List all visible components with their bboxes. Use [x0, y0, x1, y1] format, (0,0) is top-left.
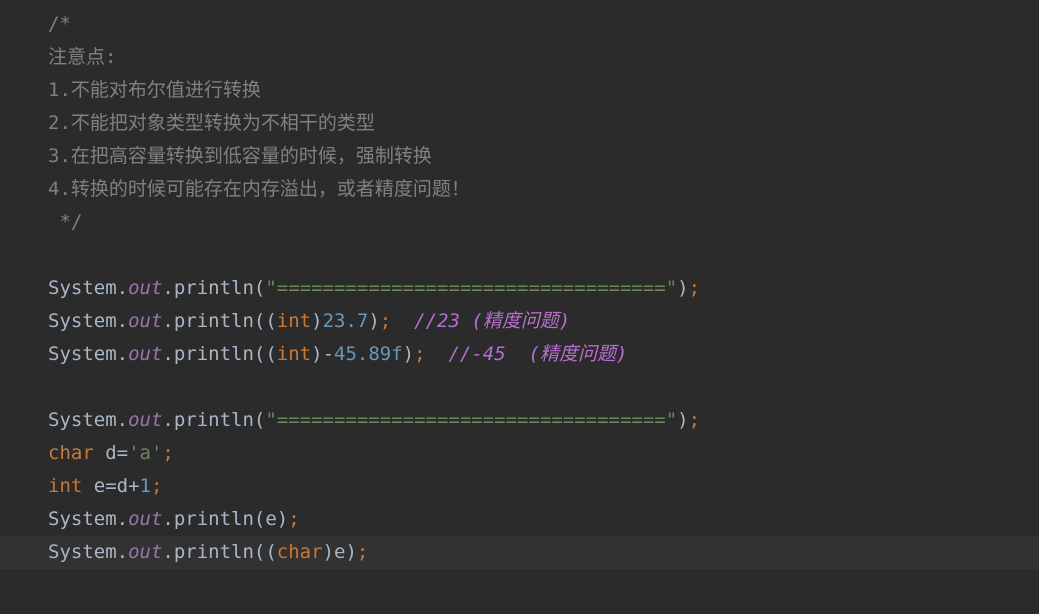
code-token-default: System.	[48, 277, 129, 299]
code-token-field: out	[128, 343, 163, 365]
code-token-keyword: ;	[162, 442, 174, 464]
code-token-default: .println((	[162, 343, 277, 365]
code-token-default: System.	[48, 310, 129, 332]
code-token-comment: 3.在把高容量转换到低容量的时候，强制转换	[48, 145, 432, 167]
code-line[interactable]: */	[0, 206, 1039, 239]
code-token-string: "=================================="	[265, 409, 678, 431]
code-token-keyword: ;	[288, 508, 300, 530]
code-editor[interactable]: /* 注意点: 1.不能对布尔值进行转换 2.不能把对象类型转换为不相干的类型 3.在把…	[0, 0, 1039, 614]
code-token-number: 23.7	[322, 310, 369, 332]
code-token-field: out	[128, 409, 163, 431]
code-token-keyword: char	[48, 442, 94, 464]
code-line[interactable]	[0, 371, 1039, 404]
code-token-default: )-	[311, 343, 335, 365]
code-line[interactable]: 4.转换的时候可能存在内存溢出，或者精度问题！	[0, 173, 1039, 206]
code-token-default: .println(	[162, 409, 266, 431]
code-token-comment: */	[48, 211, 83, 233]
code-token-default: .println(	[162, 277, 266, 299]
code-token-default: .println((	[162, 310, 277, 332]
code-token-number: 45.89f	[334, 343, 403, 365]
code-line[interactable]: 注意点:	[0, 41, 1039, 74]
code-line[interactable]: int e=d+1;	[0, 470, 1039, 503]
code-token-number: 1	[139, 475, 151, 497]
code-line[interactable]: System.out.println((int)-45.89f); //-45 …	[0, 338, 1039, 371]
code-line[interactable]: /*	[0, 8, 1039, 41]
code-token-default: )e)	[322, 541, 357, 563]
code-token-comment: 1.不能对布尔值进行转换	[48, 79, 261, 101]
code-token-default: System.	[48, 343, 129, 365]
code-token-italic-comment: //23 (精度问题)	[391, 310, 571, 332]
code-line[interactable]: 2.不能把对象类型转换为不相干的类型	[0, 107, 1039, 140]
code-line[interactable]: System.out.println("====================…	[0, 272, 1039, 305]
code-token-keyword: int	[48, 475, 83, 497]
code-token-default: )	[677, 409, 689, 431]
code-token-keyword: ;	[356, 541, 369, 563]
code-token-string: "=================================="	[265, 277, 678, 299]
code-token-field: out	[128, 310, 163, 332]
code-line[interactable]: char d='a';	[0, 437, 1039, 470]
code-line[interactable]: System.out.println(e);	[0, 503, 1039, 536]
code-token-field: out	[128, 277, 163, 299]
code-token-comment: /*	[48, 13, 71, 35]
current-code-line[interactable]: System.out.println((char)e);	[0, 536, 1039, 569]
code-line[interactable]: 1.不能对布尔值进行转换	[0, 74, 1039, 107]
code-token-string: 'a'	[128, 442, 163, 464]
code-token-default: .println(e)	[162, 508, 289, 530]
code-line[interactable]: System.out.println("====================…	[0, 404, 1039, 437]
code-token-keyword: int	[276, 310, 312, 332]
code-token-default: System.	[48, 409, 129, 431]
code-token-keyword: ;	[414, 343, 426, 365]
code-token-default: e=d+	[82, 475, 140, 497]
code-token-default: System.	[48, 541, 129, 563]
code-token-default: )	[677, 277, 689, 299]
code-token-field: out	[128, 541, 163, 563]
code-token-keyword: ;	[150, 475, 163, 497]
code-token-keyword: ;	[688, 277, 701, 299]
code-token-comment: 2.不能把对象类型转换为不相干的类型	[48, 112, 375, 134]
code-token-italic-comment: //-45 (精度问题)	[425, 343, 628, 365]
code-token-default: .println((	[162, 541, 277, 563]
code-token-default: )	[368, 310, 380, 332]
code-token-field: out	[128, 508, 163, 530]
code-line[interactable]: System.out.println((int)23.7); //23 (精度问…	[0, 305, 1039, 338]
code-token-keyword: ;	[379, 310, 392, 332]
code-token-comment: 4.转换的时候可能存在内存溢出，或者精度问题！	[48, 178, 470, 200]
code-token-default: )	[311, 310, 323, 332]
code-token-keyword: int	[276, 343, 312, 365]
code-token-keyword: ;	[688, 409, 701, 431]
code-token-keyword: char	[276, 541, 323, 563]
code-token-default: )	[402, 343, 415, 365]
code-line[interactable]	[0, 239, 1039, 272]
code-token-comment: 注意点:	[48, 46, 117, 68]
code-token-default: d=	[93, 442, 129, 464]
code-line[interactable]: 3.在把高容量转换到低容量的时候，强制转换	[0, 140, 1039, 173]
code-token-default: System.	[48, 508, 129, 530]
